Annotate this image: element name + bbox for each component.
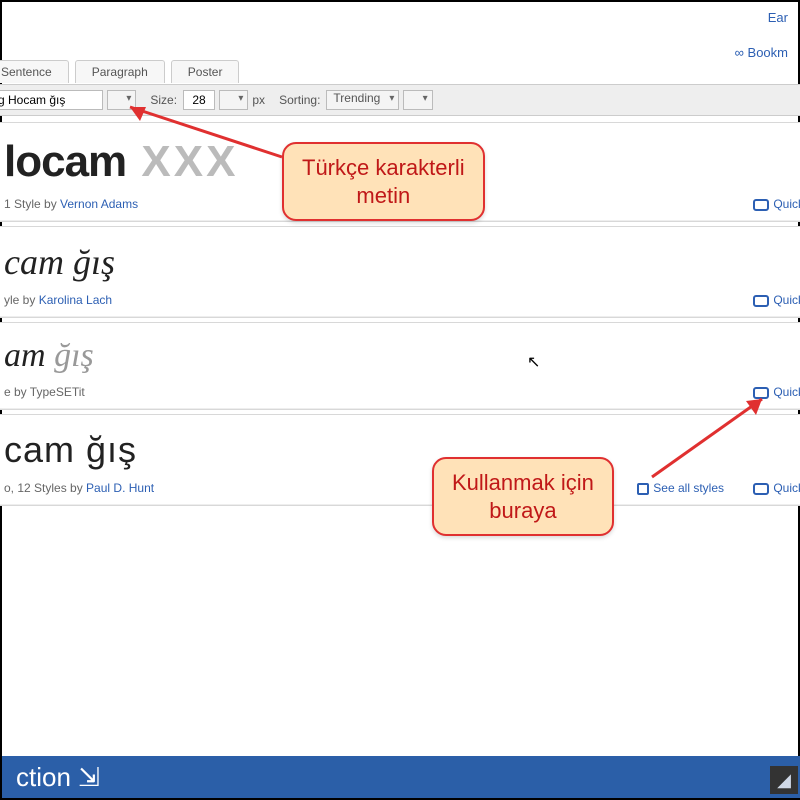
quick-use-button[interactable]: Quick	[753, 481, 800, 495]
size-dropdown[interactable]	[219, 90, 248, 110]
sort-label: Sorting:	[279, 93, 320, 107]
size-label: Size:	[150, 93, 177, 107]
author-link[interactable]: Vernon Adams	[60, 197, 138, 211]
styles-icon	[637, 483, 649, 495]
quick-use-icon	[753, 483, 769, 495]
preview-text-dropdown[interactable]	[107, 90, 136, 110]
collection-bar[interactable]: ction ⇲ ◢	[2, 756, 800, 798]
annotation-callout: Türkçe karakterli metin	[282, 142, 485, 221]
font-sample: cam ğış	[4, 241, 798, 283]
author-link[interactable]: Paul D. Hunt	[86, 481, 154, 495]
sort-dropdown-btn[interactable]	[403, 90, 432, 110]
font-meta: e by TypeSETit	[4, 385, 798, 399]
tab-paragraph[interactable]: Paragraph	[75, 60, 165, 83]
quick-use-button[interactable]: Quick	[753, 197, 800, 211]
quick-use-icon	[753, 295, 769, 307]
annotation-callout: Kullanmak için buraya	[432, 457, 614, 536]
preview-toolbar: Size: px Sorting: Trending	[0, 84, 800, 116]
bookmark-link[interactable]: ∞ Bookm	[735, 45, 788, 60]
quick-use-icon	[753, 199, 769, 211]
resize-handle-icon[interactable]: ◢	[770, 766, 798, 794]
font-row: am ğış e by TypeSETit Quick	[0, 322, 800, 410]
font-row: cam ğış o, 12 Styles by Paul D. Hunt See…	[0, 414, 800, 506]
mouse-cursor-icon: ↖	[527, 352, 540, 372]
quick-use-button[interactable]: Quick	[753, 293, 800, 307]
quick-use-icon	[753, 387, 769, 399]
collection-label: ction ⇲	[16, 762, 100, 793]
sort-dropdown[interactable]: Trending	[326, 90, 399, 110]
author-link[interactable]: Karolina Lach	[39, 293, 112, 307]
size-input[interactable]	[183, 90, 215, 110]
font-sample: cam ğış	[4, 429, 798, 471]
tab-poster[interactable]: Poster	[171, 60, 240, 83]
earlier-link[interactable]: Ear	[735, 10, 788, 25]
quick-use-button[interactable]: Quick	[753, 385, 800, 399]
font-row: cam ğış yle by Karolina Lach Quick	[0, 226, 800, 318]
preview-text-input[interactable]	[0, 90, 103, 110]
preview-mode-tabs: Sentence Paragraph Poster	[0, 60, 239, 83]
tab-sentence[interactable]: Sentence	[0, 60, 69, 83]
see-all-styles-button[interactable]: See all styles	[637, 481, 724, 495]
font-meta: yle by Karolina Lach	[4, 293, 798, 307]
size-unit-label: px	[252, 93, 265, 107]
font-sample: am ğış	[4, 337, 798, 375]
